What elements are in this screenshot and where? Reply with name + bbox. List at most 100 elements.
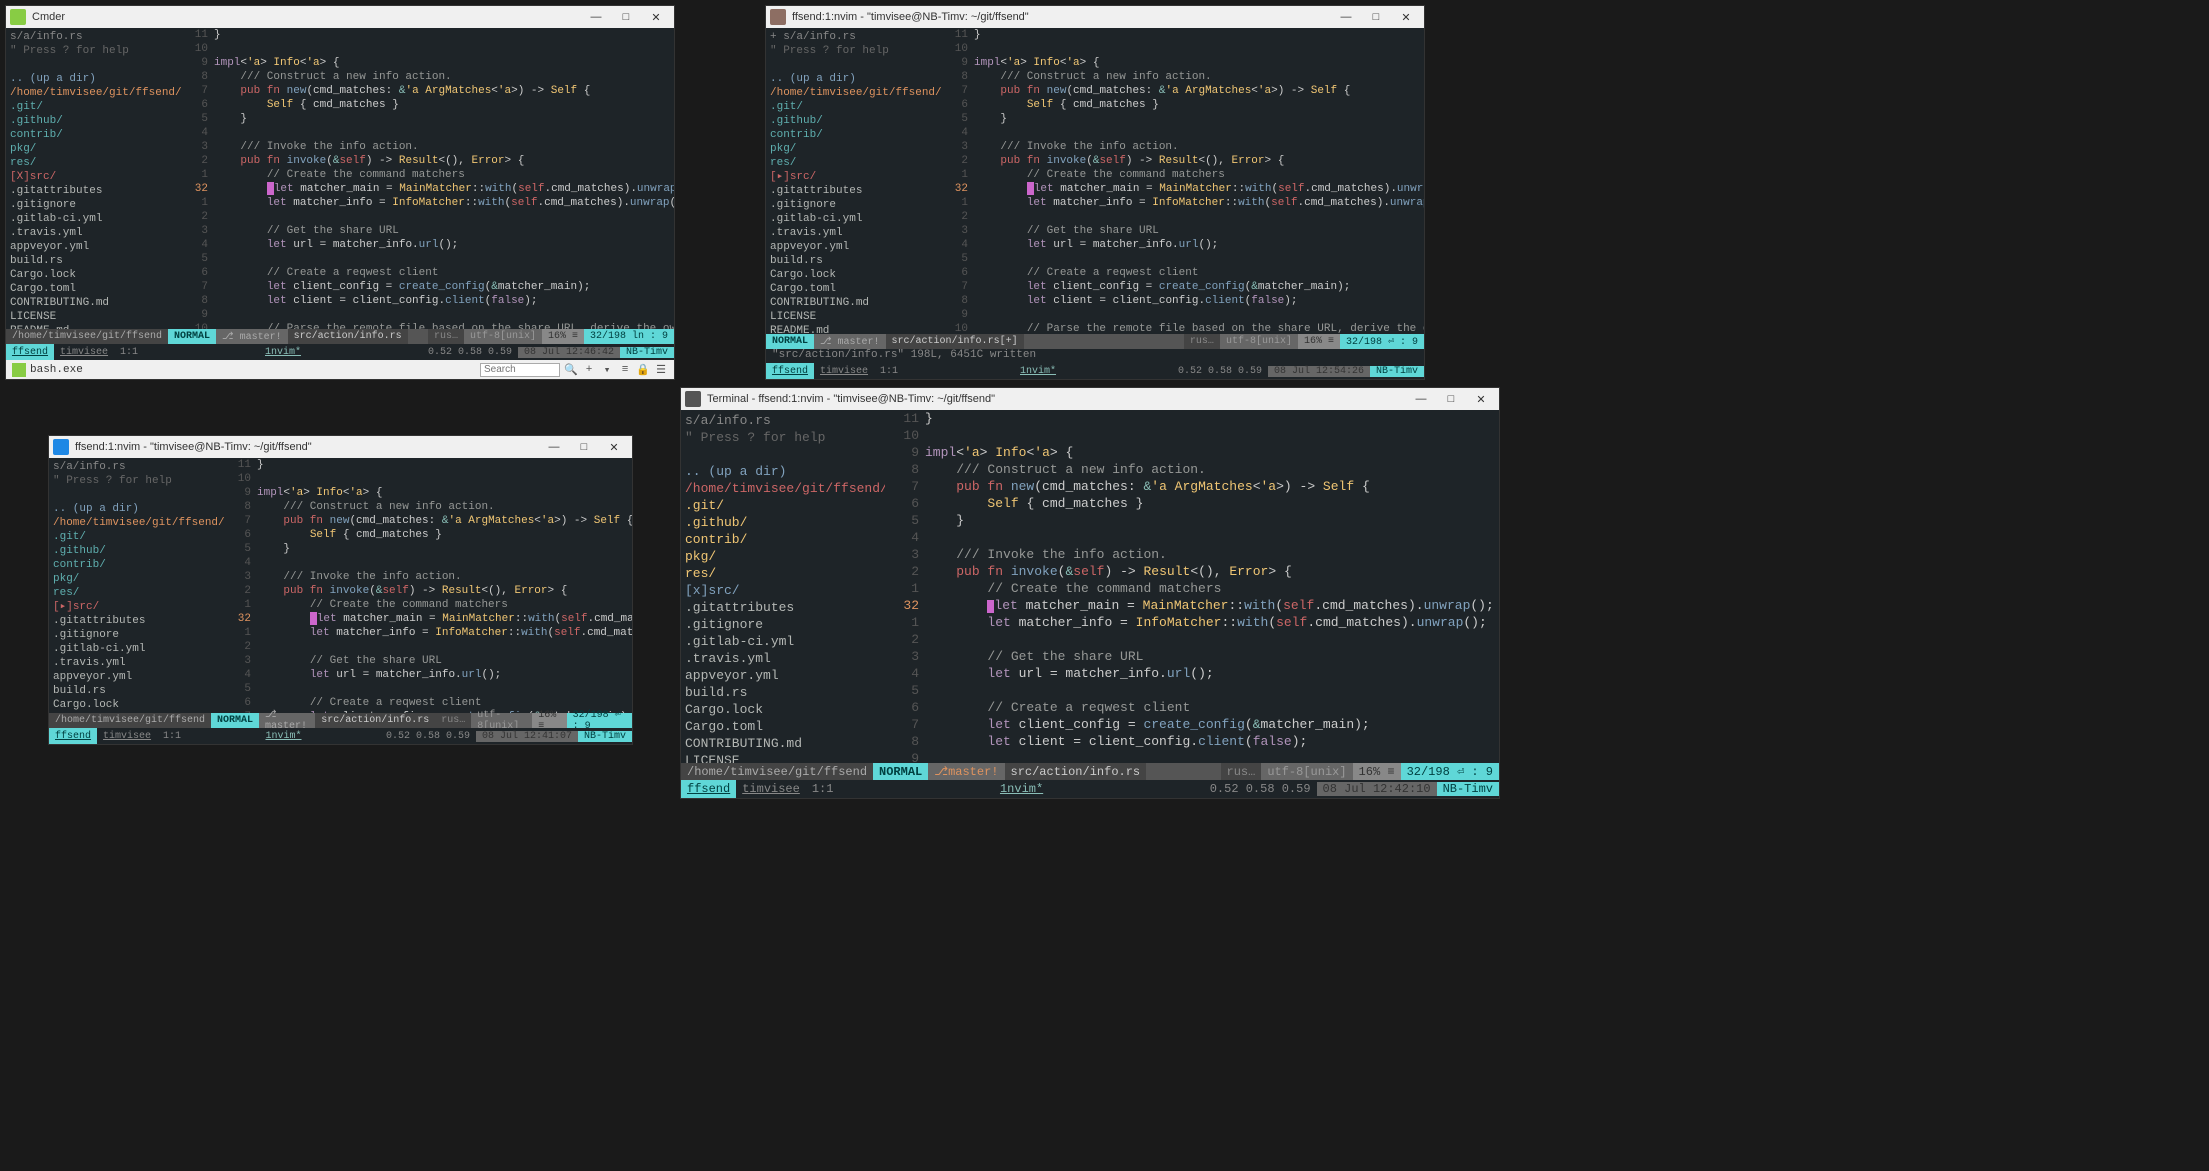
folder-item[interactable]: .github/: [53, 544, 221, 558]
tmux-session[interactable]: ffsend: [6, 344, 54, 360]
minimize-button[interactable]: —: [1415, 393, 1427, 405]
toolbar-icon[interactable]: +: [582, 363, 596, 377]
toolbar-icon[interactable]: 🔍: [564, 363, 578, 377]
toolbar-icon[interactable]: 🔒: [636, 363, 650, 377]
minimize-button[interactable]: —: [1340, 11, 1352, 23]
file-tree[interactable]: s/a/info.rs" Press ? for help .. (up a d…: [681, 410, 885, 763]
file-item[interactable]: .travis.yml: [770, 226, 938, 240]
file-item[interactable]: .gitlab-ci.yml: [10, 212, 178, 226]
file-item[interactable]: LICENSE: [685, 752, 881, 763]
file-item[interactable]: Cargo.lock: [53, 698, 221, 712]
file-item[interactable]: README.md: [770, 324, 938, 334]
search-input[interactable]: [480, 363, 560, 377]
file-item[interactable]: build.rs: [770, 254, 938, 268]
folder-item[interactable]: pkg/: [53, 572, 221, 586]
file-item[interactable]: .gitattributes: [10, 184, 178, 198]
tmux-window[interactable]: 1nvim*: [260, 731, 308, 742]
folder-item[interactable]: res/: [770, 156, 938, 170]
up-dir[interactable]: .. (up a dir): [685, 463, 881, 480]
folder-item[interactable]: .git/: [53, 530, 221, 544]
code-editor[interactable]: } impl<'a> Info<'a> { /// Construct a ne…: [257, 458, 632, 713]
maximize-button[interactable]: □: [1445, 393, 1457, 405]
src-folder[interactable]: [X]src/: [10, 170, 178, 184]
close-button[interactable]: ✕: [1400, 11, 1412, 23]
file-item[interactable]: .gitignore: [770, 198, 938, 212]
up-dir[interactable]: .. (up a dir): [770, 72, 938, 86]
file-item[interactable]: Cargo.toml: [10, 282, 178, 296]
close-button[interactable]: ✕: [608, 441, 620, 453]
close-button[interactable]: ✕: [650, 11, 662, 23]
file-item[interactable]: Cargo.lock: [685, 701, 881, 718]
tmux-session[interactable]: ffsend: [766, 363, 814, 379]
folder-item[interactable]: res/: [685, 565, 881, 582]
folder-item[interactable]: res/: [10, 156, 178, 170]
minimize-button[interactable]: —: [590, 11, 602, 23]
file-item[interactable]: Cargo.lock: [770, 268, 938, 282]
file-tree[interactable]: s/a/info.rs" Press ? for help .. (up a d…: [49, 458, 225, 713]
file-item[interactable]: .gitattributes: [685, 599, 881, 616]
file-item[interactable]: .travis.yml: [685, 650, 881, 667]
folder-item[interactable]: pkg/: [10, 142, 178, 156]
maximize-button[interactable]: □: [578, 441, 590, 453]
code-editor[interactable]: } impl<'a> Info<'a> { /// Construct a ne…: [214, 28, 674, 329]
folder-item[interactable]: .github/: [685, 514, 881, 531]
tab-bash[interactable]: bash.exe: [30, 364, 83, 376]
tmux-session[interactable]: ffsend: [49, 728, 97, 744]
folder-item[interactable]: pkg/: [685, 548, 881, 565]
tmux-session[interactable]: ffsend: [681, 780, 736, 798]
file-item[interactable]: appveyor.yml: [10, 240, 178, 254]
toolbar-icon[interactable]: ≡: [618, 363, 632, 377]
file-item[interactable]: .gitlab-ci.yml: [53, 642, 221, 656]
tmux-window[interactable]: 1nvim*: [259, 347, 307, 358]
src-folder[interactable]: [▸]src/: [770, 170, 938, 184]
file-item[interactable]: Cargo.toml: [770, 282, 938, 296]
file-item[interactable]: .gitattributes: [53, 614, 221, 628]
toolbar-icon[interactable]: ▾: [600, 363, 614, 377]
file-item[interactable]: Cargo.lock: [10, 268, 178, 282]
code-editor[interactable]: } impl<'a> Info<'a> { /// Construct a ne…: [925, 410, 1499, 763]
folder-item[interactable]: contrib/: [685, 531, 881, 548]
up-dir[interactable]: .. (up a dir): [53, 502, 221, 516]
code-editor[interactable]: } impl<'a> Info<'a> { /// Construct a ne…: [974, 28, 1424, 334]
up-dir[interactable]: .. (up a dir): [10, 72, 178, 86]
file-item[interactable]: .gitlab-ci.yml: [685, 633, 881, 650]
folder-item[interactable]: contrib/: [53, 558, 221, 572]
folder-item[interactable]: .git/: [685, 497, 881, 514]
folder-item[interactable]: pkg/: [770, 142, 938, 156]
src-folder[interactable]: [x]src/: [685, 582, 881, 599]
src-folder[interactable]: [▸]src/: [53, 600, 221, 614]
file-item[interactable]: CONTRIBUTING.md: [770, 296, 938, 310]
file-tree[interactable]: + s/a/info.rs" Press ? for help .. (up a…: [766, 28, 942, 334]
file-item[interactable]: CONTRIBUTING.md: [10, 296, 178, 310]
minimize-button[interactable]: —: [548, 441, 560, 453]
file-item[interactable]: .travis.yml: [53, 656, 221, 670]
file-item[interactable]: LICENSE: [770, 310, 938, 324]
folder-item[interactable]: .git/: [770, 100, 938, 114]
file-tree[interactable]: s/a/info.rs" Press ? for help .. (up a d…: [6, 28, 182, 329]
file-item[interactable]: build.rs: [53, 684, 221, 698]
toolbar-icon[interactable]: ☰: [654, 363, 668, 377]
file-item[interactable]: build.rs: [10, 254, 178, 268]
file-item[interactable]: appveyor.yml: [770, 240, 938, 254]
file-item[interactable]: CONTRIBUTING.md: [685, 735, 881, 752]
folder-item[interactable]: .github/: [770, 114, 938, 128]
close-button[interactable]: ✕: [1475, 393, 1487, 405]
maximize-button[interactable]: □: [620, 11, 632, 23]
file-item[interactable]: .gitignore: [10, 198, 178, 212]
tmux-window[interactable]: 1nvim*: [1014, 366, 1062, 377]
folder-item[interactable]: contrib/: [770, 128, 938, 142]
maximize-button[interactable]: □: [1370, 11, 1382, 23]
file-item[interactable]: .gitignore: [53, 628, 221, 642]
folder-item[interactable]: .github/: [10, 114, 178, 128]
folder-item[interactable]: contrib/: [10, 128, 178, 142]
file-item[interactable]: .gitignore: [685, 616, 881, 633]
file-item[interactable]: LICENSE: [10, 310, 178, 324]
file-item[interactable]: .gitattributes: [770, 184, 938, 198]
folder-item[interactable]: .git/: [10, 100, 178, 114]
file-item[interactable]: .travis.yml: [10, 226, 178, 240]
file-item[interactable]: appveyor.yml: [685, 667, 881, 684]
file-item[interactable]: Cargo.toml: [685, 718, 881, 735]
file-item[interactable]: build.rs: [685, 684, 881, 701]
file-item[interactable]: .gitlab-ci.yml: [770, 212, 938, 226]
tmux-window[interactable]: 1nvim*: [994, 782, 1049, 796]
